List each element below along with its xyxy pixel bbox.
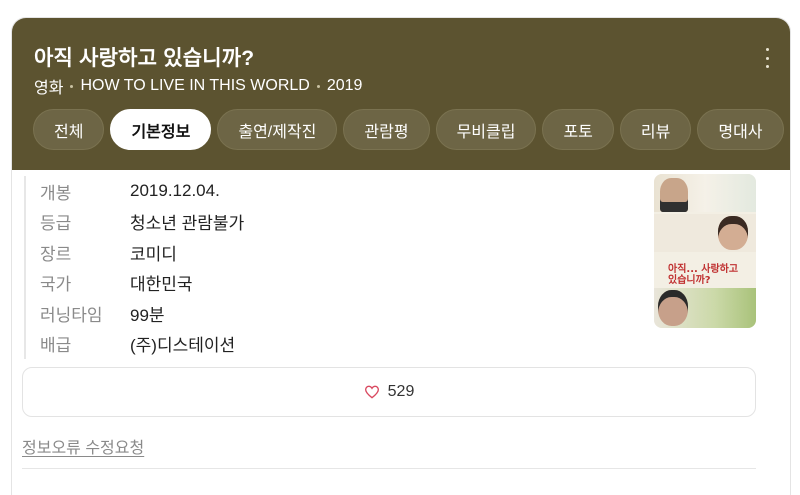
info-row-release: 개봉 2019.12.04.	[40, 176, 624, 207]
report-error-link[interactable]: 정보오류 수정요청	[22, 434, 144, 458]
like-button[interactable]: 529	[22, 367, 756, 417]
card-header: 아직 사랑하고 있습니까? 영화 HOW TO LIVE IN THIS WOR…	[12, 18, 790, 170]
tab-reviews[interactable]: 리뷰	[619, 109, 692, 150]
info-key: 국가	[40, 275, 72, 295]
info-key: 러닝타임	[40, 305, 103, 325]
divider	[22, 468, 756, 469]
movie-poster[interactable]: 아직... 사랑하고 있습니까?	[654, 174, 756, 328]
info-key: 장르	[40, 244, 72, 264]
info-value: 2019.12.04.	[130, 181, 220, 201]
info-key: 개봉	[40, 183, 72, 203]
info-value[interactable]: 코미디	[130, 240, 177, 265]
info-row-genre: 장르 코미디	[40, 237, 624, 268]
basic-info-list: 개봉 2019.12.04. 등급 청소년 관람불가 장르 코미디 국가 대한민…	[24, 176, 624, 359]
release-year: 2019	[326, 77, 363, 94]
poster-title-art: 아직... 사랑하고 있습니까?	[668, 264, 739, 286]
info-key: 등급	[40, 214, 72, 234]
info-row-country: 국가 대한민국	[40, 268, 624, 299]
tab-basic-info[interactable]: 기본정보	[110, 109, 212, 150]
tab-ratings[interactable]: 관람평	[343, 109, 430, 150]
info-value: 청소년 관람불가	[130, 214, 245, 234]
category-label: 영화	[34, 80, 64, 97]
info-key: 배급	[40, 336, 72, 356]
info-row-distributor: 배급 (주)디스테이션	[40, 329, 624, 360]
info-value[interactable]: (주)디스테이션	[130, 331, 235, 356]
tab-photos[interactable]: 포토	[542, 109, 614, 150]
info-value: 99분	[130, 305, 165, 325]
tab-movie-clips[interactable]: 무비클립	[435, 109, 537, 150]
movie-subtitle: 영화 HOW TO LIVE IN THIS WORLD 2019	[34, 74, 362, 98]
more-options-icon[interactable]	[762, 48, 772, 68]
separator-dot	[70, 84, 74, 88]
tab-cast-crew[interactable]: 출연/제작진	[217, 109, 338, 150]
tab-quotes[interactable]: 명대사	[697, 109, 784, 150]
like-count: 529	[387, 383, 415, 400]
english-title: HOW TO LIVE IN THIS WORLD	[80, 77, 310, 94]
tab-all[interactable]: 전체	[33, 109, 105, 150]
info-row-runtime: 러닝타임 99분	[40, 298, 624, 329]
heart-outline-icon	[364, 385, 379, 399]
separator-dot	[316, 84, 320, 88]
info-value: 대한민국	[130, 275, 193, 295]
info-row-rating: 등급 청소년 관람불가	[40, 207, 624, 238]
movie-title[interactable]: 아직 사랑하고 있습니까?	[34, 42, 254, 72]
tab-bar: 전체 기본정보 출연/제작진 관람평 무비클립 포토 리뷰 명대사	[33, 109, 790, 150]
